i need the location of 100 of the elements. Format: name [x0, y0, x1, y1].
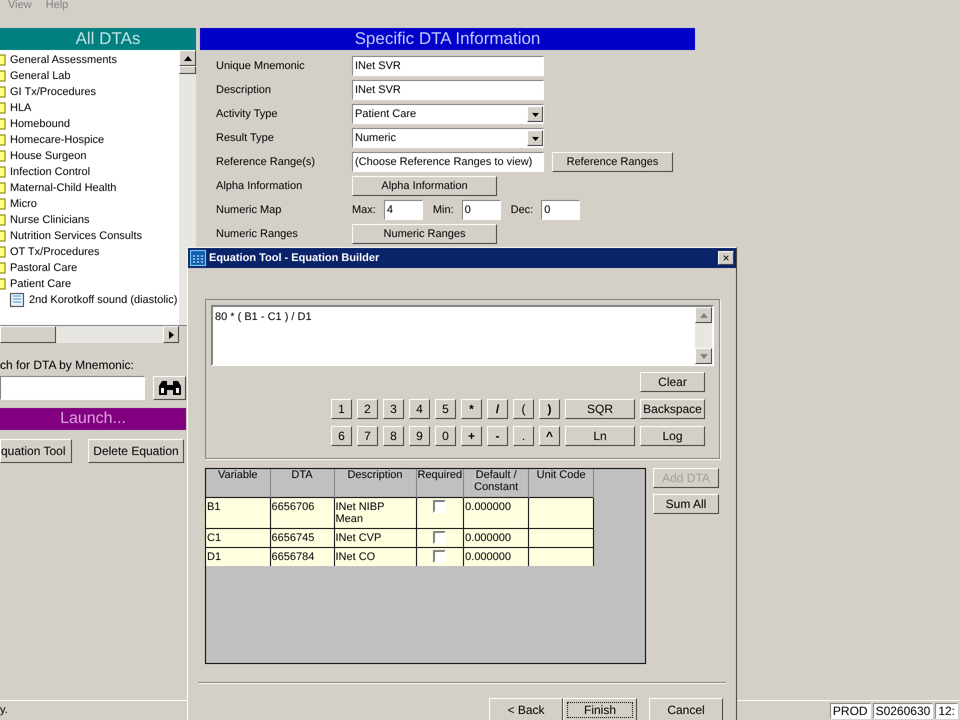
field-label: Min: — [432, 202, 454, 218]
field-label: Numeric Ranges — [216, 226, 299, 242]
footer-button[interactable]: Cancel — [649, 698, 723, 720]
tree-item[interactable]: HLA — [10, 100, 32, 116]
tree-item[interactable]: Patient Care — [10, 276, 72, 292]
tree-item[interactable]: General Assessments — [10, 52, 117, 68]
tree-item[interactable]: GI Tx/Procedures — [10, 84, 96, 100]
calculator-key[interactable]: 6 — [331, 426, 352, 446]
calculator-key[interactable]: ^ — [539, 426, 560, 446]
scroll-thumb[interactable] — [179, 66, 196, 74]
calculator-key[interactable]: 1 — [331, 399, 352, 419]
field-label: Dec: — [510, 202, 534, 218]
folder-icon — [0, 134, 6, 146]
dropdown[interactable]: Patient Care — [352, 104, 544, 124]
form-button[interactable]: Alpha Information — [352, 176, 497, 196]
form-button[interactable]: Reference Ranges — [552, 152, 673, 172]
folder-icon — [0, 166, 6, 178]
tree-item[interactable]: Micro — [10, 196, 37, 212]
footer-button[interactable]: Finish — [563, 698, 637, 720]
field-label: Unique Mnemonic — [216, 58, 306, 74]
calculator-key[interactable]: + — [461, 426, 482, 446]
binoculars-button[interactable] — [153, 376, 186, 400]
text-field[interactable]: INet SVR — [352, 56, 544, 76]
footer-button[interactable]: < Back — [489, 698, 563, 720]
side-button[interactable]: Sum All — [653, 494, 719, 514]
calculator-key[interactable]: * — [461, 399, 482, 419]
clear-button[interactable]: Clear — [640, 372, 705, 392]
calculator-key[interactable]: 9 — [409, 426, 430, 446]
calculator-key[interactable]: ) — [539, 399, 560, 419]
calculator-key[interactable]: 3 — [383, 399, 404, 419]
folder-icon — [0, 230, 6, 242]
launch-button[interactable]: Delete Equation — [88, 439, 184, 463]
calculator-key[interactable]: Ln — [565, 426, 635, 446]
tree-item[interactable]: Homebound — [10, 116, 70, 132]
calculator-key[interactable]: 8 — [383, 426, 404, 446]
field-label: Description — [216, 82, 272, 98]
text-field[interactable]: 0 — [541, 200, 580, 220]
tree-item[interactable]: OT Tx/Procedures — [10, 244, 100, 260]
tree-item[interactable]: Maternal-Child Health — [10, 180, 116, 196]
status-panel: S0260630 — [872, 702, 934, 718]
launch-header: Launch... — [0, 408, 186, 430]
required-checkbox[interactable] — [433, 530, 446, 544]
tree-item[interactable]: Nutrition Services Consults — [10, 228, 142, 244]
text-field[interactable]: 4 — [384, 200, 423, 220]
folder-icon — [0, 246, 6, 258]
field-label: Activity Type — [216, 106, 279, 122]
calculator-key[interactable]: 5 — [435, 399, 456, 419]
calculator-key[interactable]: - — [487, 426, 508, 446]
calculator-key[interactable]: . — [513, 426, 534, 446]
tree-item[interactable]: House Surgeon — [10, 148, 86, 164]
folder-icon — [0, 214, 6, 226]
panel-header: All DTAs — [0, 28, 196, 50]
field-label: Reference Range(s) — [216, 154, 316, 170]
calculator-key[interactable]: ( — [513, 399, 534, 419]
required-checkbox[interactable] — [433, 500, 446, 512]
form-button[interactable]: Numeric Ranges — [352, 224, 497, 244]
calculator-key[interactable]: 7 — [357, 426, 378, 446]
dropdown[interactable]: Numeric — [352, 128, 544, 148]
folder-icon — [0, 150, 6, 162]
text-field[interactable]: INet SVR — [352, 80, 544, 100]
field-label: Numeric Map — [216, 202, 282, 218]
folder-icon — [0, 182, 6, 194]
document-icon — [10, 293, 24, 307]
calculator-key[interactable]: Log — [640, 426, 705, 446]
calculator-key[interactable]: 4 — [409, 399, 430, 419]
tree-item[interactable]: General Lab — [10, 68, 71, 84]
dialog-title: Equation Tool - Equation Builder — [209, 250, 380, 266]
table-cell: 0.000000 — [464, 547, 529, 566]
close-button[interactable]: × — [718, 251, 734, 265]
folder-icon — [0, 262, 6, 274]
search-label: ch for DTA by Mnemonic: — [0, 357, 135, 374]
folder-icon — [0, 278, 6, 290]
calculator-key[interactable]: 0 — [435, 426, 456, 446]
tree-item[interactable]: Pastoral Care — [10, 260, 78, 276]
tree-item[interactable]: Homecare-Hospice — [10, 132, 104, 148]
table-cell: INet CO — [334, 547, 416, 566]
text-field[interactable]: (Choose Reference Ranges to view) — [352, 152, 544, 172]
table-cell: 6656784 — [270, 547, 334, 566]
folder-icon — [0, 102, 6, 114]
up-arrow-icon — [184, 56, 192, 60]
horizontal-scrollbar[interactable] — [0, 326, 179, 343]
tree-item[interactable]: 2nd Korotkoff sound (diastolic) — [29, 292, 178, 308]
right-arrow-icon — [168, 330, 174, 338]
text-field[interactable]: 0 — [462, 200, 501, 220]
calculator-icon — [190, 250, 206, 266]
folder-icon — [0, 70, 6, 82]
scroll-thumb[interactable] — [0, 326, 56, 343]
folder-icon — [0, 118, 6, 130]
required-checkbox[interactable] — [433, 550, 446, 562]
calculator-key[interactable]: SQR — [565, 399, 635, 419]
launch-button[interactable]: quation Tool — [0, 439, 72, 463]
calculator-key[interactable]: 2 — [357, 399, 378, 419]
status-panel: 12: — [935, 702, 958, 718]
tree-item[interactable]: Infection Control — [10, 164, 90, 180]
calculator-key[interactable]: Backspace — [640, 399, 705, 419]
tree-item[interactable]: Nurse Clinicians — [10, 212, 90, 228]
table-cell: D1 — [206, 547, 270, 566]
calculator-key[interactable]: / — [487, 399, 508, 419]
search-field[interactable] — [0, 376, 145, 400]
folder-icon — [0, 54, 6, 66]
